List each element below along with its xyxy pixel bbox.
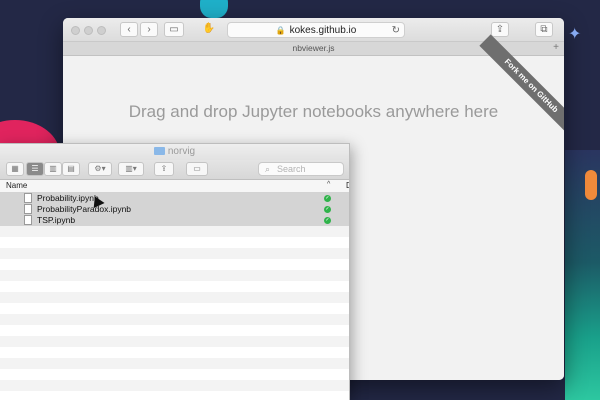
gallery-view-button[interactable]: ▤ bbox=[62, 162, 80, 176]
checkmark-icon: ✓ bbox=[324, 206, 331, 213]
finder-toolbar: ▦ ☰ ▥ ▤ ⚙▾ ▥▾ ⇪ ▭ ⌕ Search bbox=[0, 160, 349, 180]
tag-icon: ▭ bbox=[193, 164, 201, 173]
minimize-icon[interactable] bbox=[84, 26, 93, 35]
share-icon: ⇪ bbox=[160, 164, 168, 173]
star-icon: ✦ bbox=[568, 26, 582, 43]
gear-icon: ⚙▾ bbox=[94, 164, 106, 173]
back-icon: ‹ bbox=[127, 24, 131, 35]
maximize-icon[interactable] bbox=[97, 26, 106, 35]
privacy-button[interactable]: ✋ bbox=[199, 22, 219, 37]
share-button[interactable]: ⇪ bbox=[154, 162, 174, 176]
list-item[interactable]: ProbabilityParadox.ipynb ✓ bbox=[0, 204, 349, 215]
list-item[interactable]: Probability.ipynb ✓ bbox=[0, 193, 349, 204]
plus-icon[interactable]: + bbox=[550, 43, 562, 54]
folder-icon bbox=[153, 147, 165, 155]
file-icon bbox=[24, 193, 32, 203]
hand-icon: ✋ bbox=[202, 23, 216, 34]
forward-button[interactable]: › bbox=[140, 22, 158, 37]
list-item[interactable]: TSP.ipynb ✓ bbox=[0, 215, 349, 226]
file-name: TSP.ipynb bbox=[37, 215, 76, 225]
finder-titlebar: norvig bbox=[0, 144, 349, 160]
sidebar-button[interactable]: ▭ bbox=[164, 22, 184, 37]
forward-icon: › bbox=[147, 24, 151, 35]
lock-icon: 🔒 bbox=[275, 26, 286, 35]
tabs-button[interactable]: ⧉ bbox=[535, 22, 553, 37]
file-icon bbox=[24, 204, 32, 214]
gallery-icon: ▤ bbox=[67, 164, 75, 173]
reload-icon[interactable]: ↻ bbox=[392, 23, 400, 38]
back-button[interactable]: ‹ bbox=[120, 22, 138, 37]
file-icon bbox=[24, 215, 32, 225]
grid-icon: ▦ bbox=[11, 164, 19, 173]
search-input[interactable]: ⌕ Search bbox=[258, 162, 344, 176]
checkmark-icon: ✓ bbox=[324, 195, 331, 202]
arrange-icon: ▥▾ bbox=[125, 164, 137, 173]
arrange-menu-button[interactable]: ▥▾ bbox=[118, 162, 144, 176]
column-header: Name ^ D bbox=[0, 180, 349, 193]
search-icon: ⌕ bbox=[265, 164, 271, 174]
desktop-wallpaper-shape bbox=[585, 170, 597, 200]
column-view-button[interactable]: ▥ bbox=[44, 162, 62, 176]
column-name-header[interactable]: Name bbox=[6, 181, 27, 190]
column-d-header[interactable]: D bbox=[346, 181, 349, 190]
close-icon[interactable] bbox=[71, 26, 80, 35]
folder-name: norvig bbox=[167, 146, 196, 157]
sidebar-icon: ▭ bbox=[169, 24, 179, 35]
columns-icon: ▥ bbox=[49, 164, 57, 173]
file-name: ProbabilityParadox.ipynb bbox=[37, 204, 132, 214]
finder-window: norvig ▦ ☰ ▥ ▤ ⚙▾ ▥▾ ⇪ ▭ ⌕ Search Name ^ … bbox=[0, 143, 350, 400]
icon-view-button[interactable]: ▦ bbox=[6, 162, 24, 176]
checkmark-icon: ✓ bbox=[324, 217, 331, 224]
list-view-button[interactable]: ☰ bbox=[26, 162, 44, 176]
drop-zone-prompt: Drag and drop Jupyter notebooks anywhere… bbox=[128, 102, 499, 121]
file-list: Probability.ipynb ✓ ProbabilityParadox.i… bbox=[0, 193, 349, 400]
url-text: kokes.github.io bbox=[289, 25, 357, 36]
desktop-wallpaper-shape bbox=[200, 0, 228, 18]
search-placeholder: Search bbox=[277, 164, 306, 174]
share-button[interactable]: ⇪ bbox=[491, 22, 509, 37]
url-bar[interactable]: 🔒 kokes.github.io ↻ bbox=[227, 22, 405, 38]
tags-button[interactable]: ▭ bbox=[186, 162, 208, 176]
action-menu-button[interactable]: ⚙▾ bbox=[88, 162, 112, 176]
share-icon: ⇪ bbox=[495, 24, 505, 35]
chevron-up-icon[interactable]: ^ bbox=[327, 181, 330, 188]
list-icon: ☰ bbox=[31, 164, 39, 173]
tabs-icon: ⧉ bbox=[540, 24, 548, 35]
